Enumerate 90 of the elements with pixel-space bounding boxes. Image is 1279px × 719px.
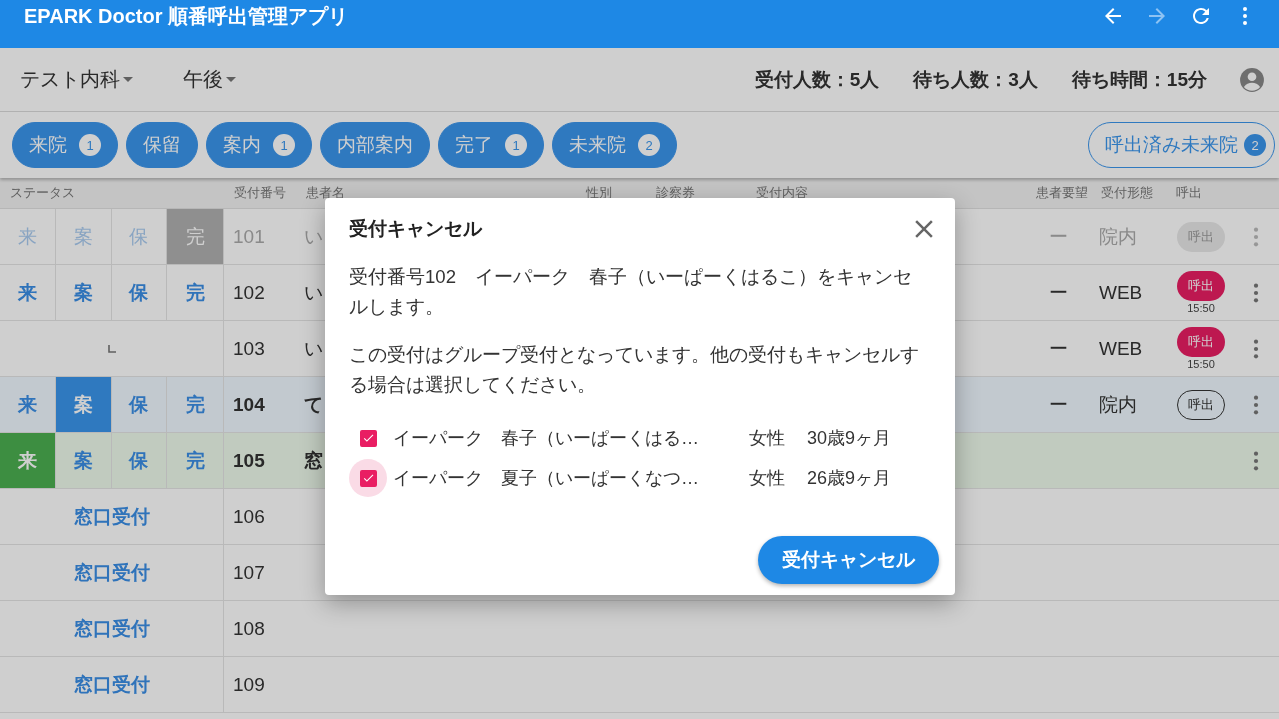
walk-in-link[interactable]: 窓口受付 [73, 559, 150, 586]
more-menu-icon[interactable] [1252, 281, 1259, 304]
table-cell: 101 [233, 225, 265, 248]
more-menu-icon[interactable] [1252, 337, 1259, 360]
table-cell-text: ー [1049, 336, 1068, 361]
dialog-title: 受付キャンセル [349, 217, 482, 241]
table-cell: 109 [233, 673, 265, 696]
walk-in-link[interactable]: 窓口受付 [73, 615, 150, 642]
table-cell: 107 [233, 561, 265, 584]
call-button[interactable]: 呼出 [1177, 327, 1225, 357]
dropdown[interactable]: 午後 [183, 66, 236, 93]
table-cell-text: い [304, 336, 323, 361]
column-header: 患者要望 [1035, 184, 1089, 202]
status-button[interactable]: 完 [167, 433, 223, 488]
filter-chip[interactable]: 完了 1 [438, 122, 544, 168]
filter-chip[interactable]: 保留 [126, 122, 198, 168]
status-button[interactable]: 完 [167, 209, 223, 264]
table-cell: 104 [233, 393, 265, 416]
table-cell-text: ー [1049, 392, 1068, 417]
call-button[interactable]: 呼出 [1177, 271, 1225, 301]
column-header: 受付内容 [755, 184, 809, 202]
status-button[interactable]: 保 [111, 265, 168, 320]
dialog-text: この受付はグループ受付となっています。他の受付もキャンセルする場合は選択してください。 [349, 343, 920, 397]
filter-chip[interactable]: 来院 1 [12, 122, 118, 168]
member-age: 26歳9ヶ月 [807, 467, 892, 490]
count-badge: 1 [273, 134, 295, 156]
filter-chip[interactable]: 内部案内 [320, 122, 430, 168]
stat-text: 待ち人数：3人 [913, 67, 1038, 92]
status-button[interactable]: 案 [55, 433, 112, 488]
status-button[interactable]: 来 [0, 265, 56, 320]
stat-text: 受付人数：5人 [754, 67, 880, 92]
status-button[interactable]: 来 [0, 377, 56, 432]
member-name: イーパーク 春子（いーぱーくはる… [393, 427, 700, 450]
table-cell: WEB [1099, 281, 1143, 304]
status-button[interactable]: 完 [167, 377, 223, 432]
app-title: EPARK Doctor 順番呼出管理アプリ [24, 3, 349, 29]
status-button[interactable]: 案 [55, 377, 112, 432]
call-time: 15:50 [1187, 302, 1215, 314]
status-button[interactable]: 完 [167, 265, 223, 320]
table-cell-text: い [304, 224, 323, 249]
status-button[interactable]: 保 [111, 377, 168, 432]
table-cell-text: 窓 [304, 448, 323, 473]
status-button[interactable]: 案 [55, 265, 112, 320]
member-sex: 女性 [749, 467, 786, 490]
more-menu-icon[interactable] [1252, 393, 1259, 416]
status-button[interactable]: 案 [55, 209, 112, 264]
count-badge: 1 [79, 134, 101, 156]
caret-icon [226, 77, 236, 82]
filter-chip[interactable]: 案内 1 [206, 122, 312, 168]
call-time: 15:50 [1187, 358, 1215, 370]
dialog-text: 受付番号102 イーパーク 春子（いーぱーくはるこ）をキャンセルします。 [349, 265, 914, 319]
status-button[interactable]: 来 [0, 433, 56, 488]
table-cell: WEB [1099, 337, 1143, 360]
caret-icon [123, 77, 133, 82]
table-cell-text: て [304, 392, 323, 417]
table-cell-text: ー [1049, 280, 1068, 305]
table-cell: 102 [233, 281, 265, 304]
filter-chip[interactable]: 呼出済み未来院 2 [1088, 122, 1275, 168]
status-button[interactable]: 来 [0, 209, 56, 264]
status-button[interactable]: 保 [111, 433, 168, 488]
column-header: 診察券 [655, 184, 696, 202]
column-header: 受付形態 [1100, 184, 1154, 202]
table-cell-text: ー [1049, 224, 1068, 249]
table-cell: 108 [233, 617, 265, 640]
walk-in-link[interactable]: 窓口受付 [73, 503, 150, 530]
dropdown[interactable]: テスト内科 [20, 66, 133, 93]
more-menu-icon[interactable] [1252, 449, 1259, 472]
checkbox[interactable] [349, 459, 387, 497]
filter-chip[interactable]: 未来院 2 [552, 122, 677, 168]
table-cell: 105 [233, 449, 265, 472]
member-age: 30歳9ヶ月 [807, 427, 892, 450]
member-sex: 女性 [749, 427, 786, 450]
count-badge: 2 [1244, 134, 1266, 156]
column-header: 患者名 [305, 184, 346, 202]
column-header: ステータス [9, 184, 76, 202]
count-badge: 1 [505, 134, 527, 156]
table-cell-text: 院内 [1099, 224, 1137, 249]
table-cell-text: 院内 [1099, 392, 1137, 417]
cancel-reception-button[interactable]: 受付キャンセル [758, 536, 939, 584]
column-header: 受付番号 [233, 184, 287, 202]
column-header: 呼出 [1175, 184, 1203, 202]
table-cell: 106 [233, 505, 265, 528]
walk-in-link[interactable]: 窓口受付 [73, 671, 150, 698]
table-cell-text: い [304, 280, 323, 305]
account-icon[interactable] [1239, 66, 1265, 93]
member-name: イーパーク 夏子（いーぱーくなつ… [393, 467, 700, 490]
table-cell: 103 [233, 337, 265, 360]
stat-text: 待ち時間：15分 [1071, 67, 1207, 92]
count-badge: 2 [638, 134, 660, 156]
child-row-icon [106, 343, 117, 354]
